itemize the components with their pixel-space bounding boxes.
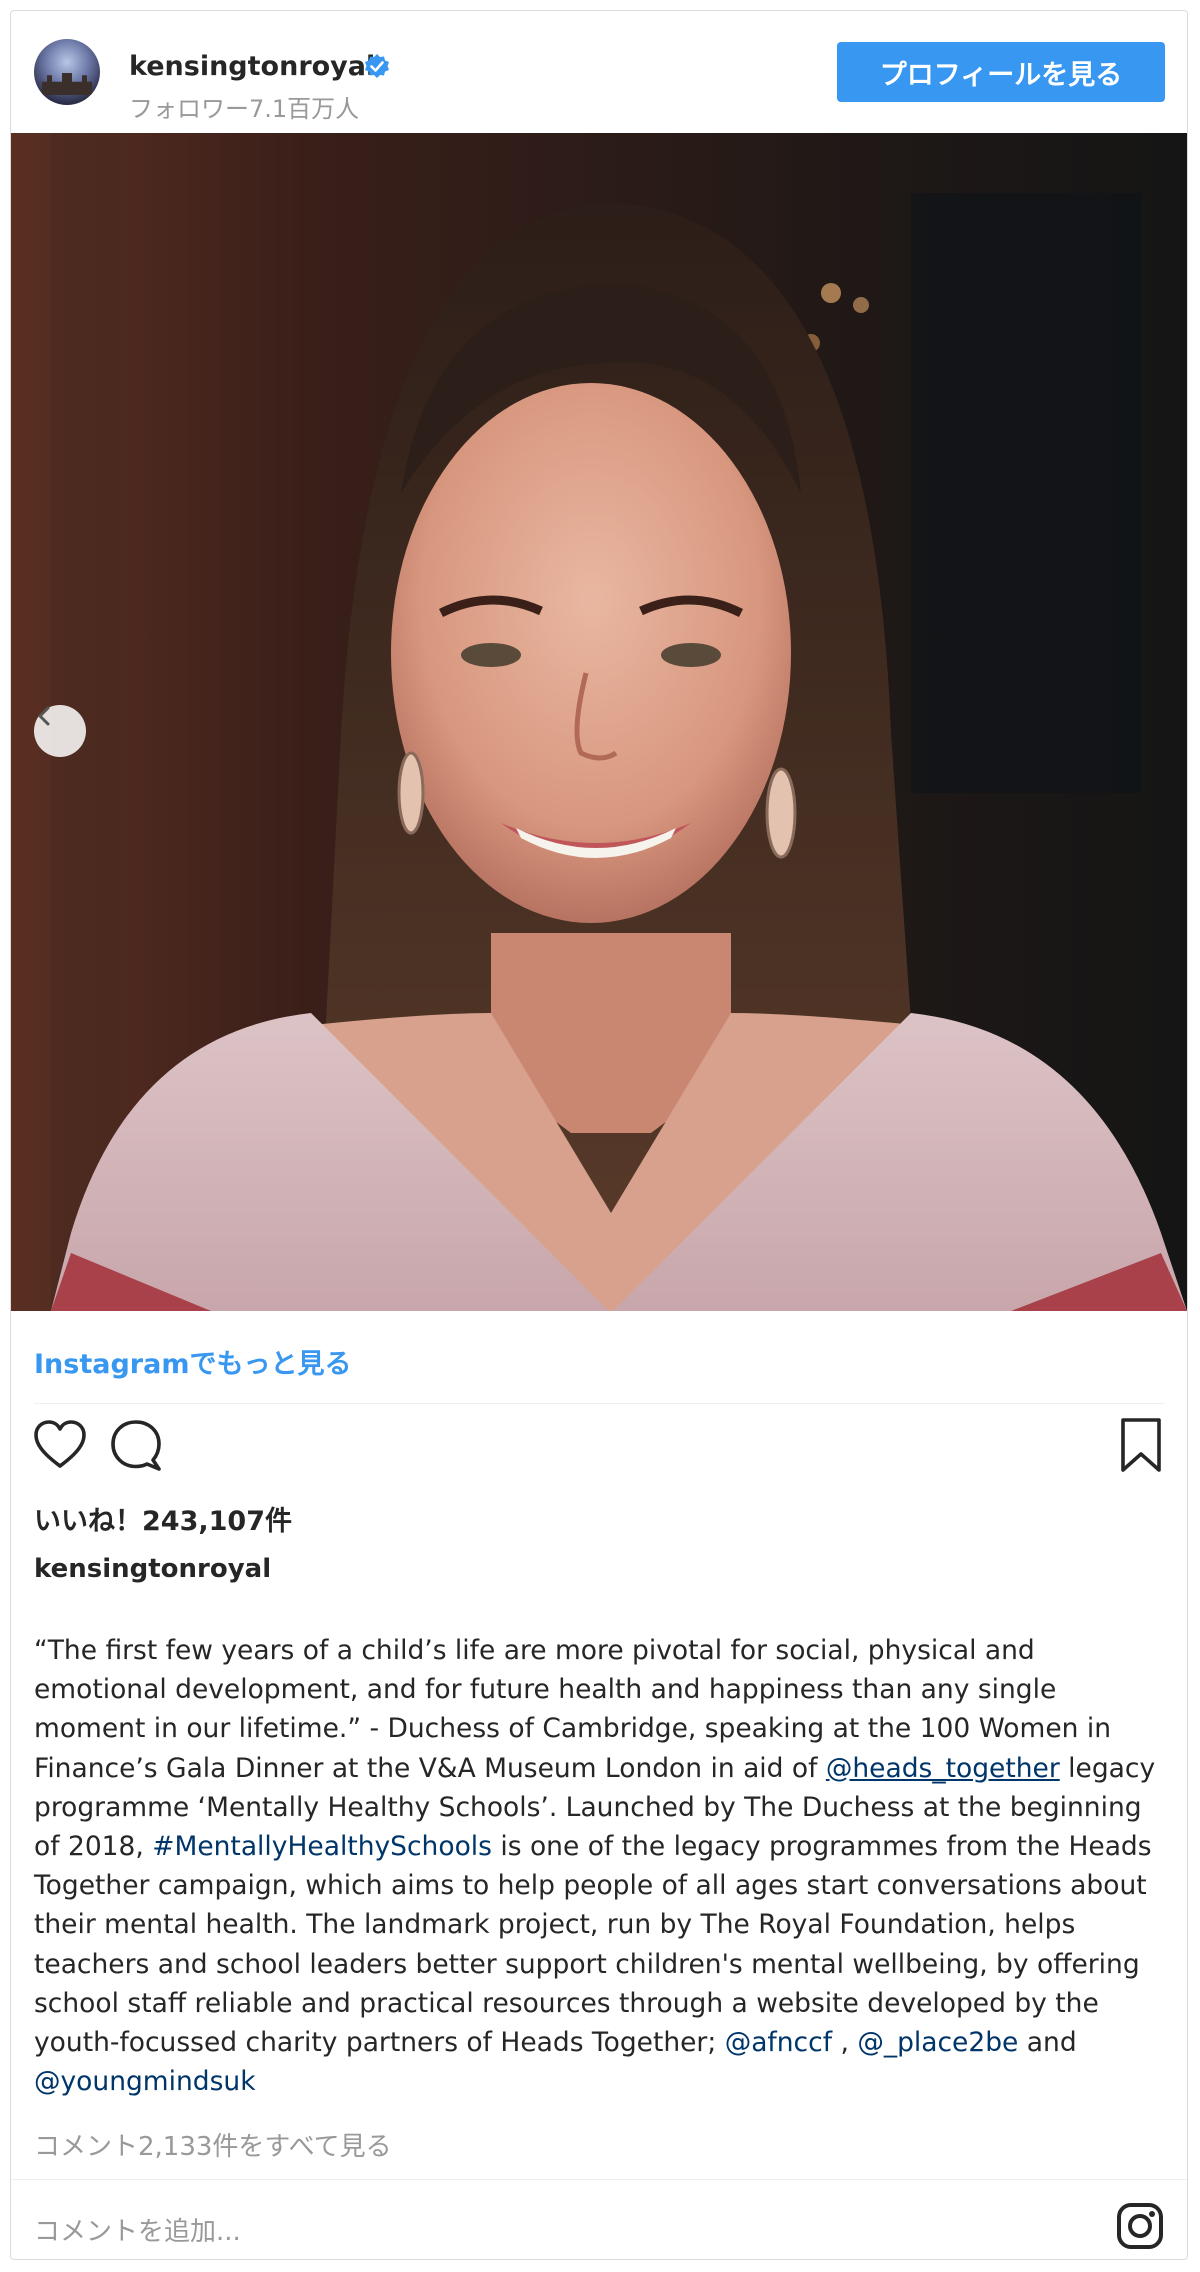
mention-link[interactable]: @heads_together [826,1753,1060,1784]
like-count[interactable]: いいね！243,107件 [34,1499,292,1538]
mention-link[interactable]: @youngmindsuk [34,2066,256,2097]
instagram-embed-card: kensingtonroyal フォロワー7.1百万人 プロフィールを見る In… [10,10,1188,2260]
header-username[interactable]: kensingtonroyal [129,51,375,82]
post-photo[interactable] [11,133,1187,1311]
comment-icon[interactable] [107,1416,165,1474]
add-comment-input[interactable]: コメントを追加... [34,2211,241,2248]
portrait-image [11,133,1187,1311]
view-profile-button[interactable]: プロフィールを見る [837,42,1165,102]
action-bar [11,1416,1187,1486]
divider [34,1403,1164,1404]
caption-text: , [832,2027,858,2059]
instagram-icon[interactable] [1115,2201,1165,2251]
bookmark-icon[interactable] [1115,1416,1167,1474]
previous-slide-button[interactable] [34,705,86,757]
profile-avatar[interactable] [34,39,100,105]
follower-count: フォロワー7.1百万人 [129,95,360,123]
caption-username[interactable]: kensingtonroyal [34,1554,271,1584]
post-caption: “The first few years of a child’s life a… [34,1631,1174,2101]
post-header: kensingtonroyal フォロワー7.1百万人 プロフィールを見る [11,11,1187,133]
view-all-comments-link[interactable]: コメント2,133件をすべて見る [34,2126,392,2163]
caption-text: is one of the legacy programmes from the… [34,1831,1152,2059]
mention-link[interactable]: @_place2be [857,2027,1018,2058]
verified-badge-icon [365,54,389,78]
hashtag-link[interactable]: #MentallyHealthySchools [152,1831,492,1862]
mention-link[interactable]: @afnccf [725,2027,832,2058]
divider [11,2179,1187,2180]
heart-icon[interactable] [31,1416,89,1474]
caption-text: and [1018,2027,1077,2059]
view-more-on-instagram-link[interactable]: Instagramでもっと見る [34,1342,351,1381]
chevron-left-icon [38,706,50,726]
